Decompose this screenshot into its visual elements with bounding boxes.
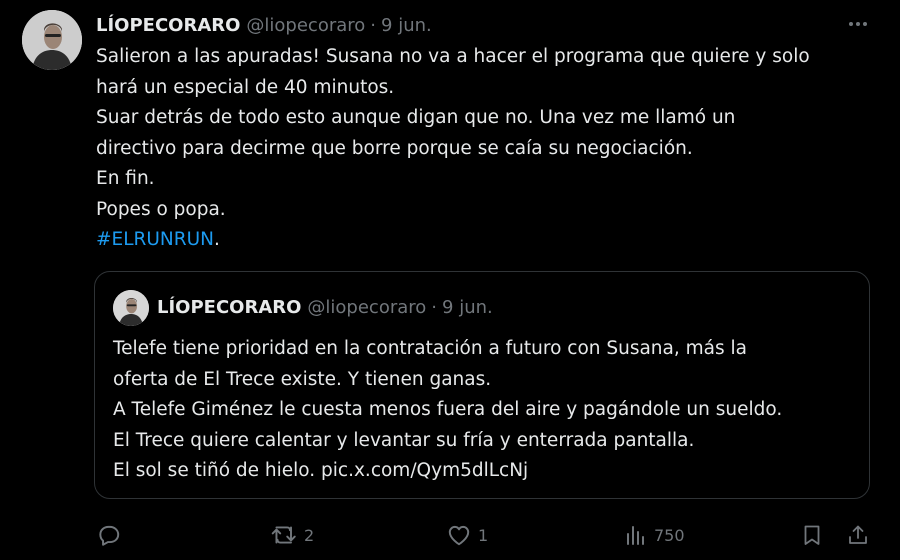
action-bar: 2 1 750 [0,518,900,552]
quoted-text: Telefe tiene prioridad en la contratació… [113,334,853,487]
share-button[interactable] [846,518,870,552]
views-icon [627,526,644,545]
bookmark-icon [804,525,820,545]
tweet-text-line: hará un especial de 40 minutos. [96,76,395,98]
quoted-tweet[interactable]: LÍOPECORARO @liopecoraro · 9 jun. Telefe… [94,271,870,499]
tweet-text-line: #ELRUNRUN. [96,225,886,256]
heart-icon [448,525,470,546]
quoted-date[interactable]: 9 jun. [442,297,493,318]
views-button[interactable]: 750 [624,518,685,552]
user-handle[interactable]: @liopecoraro [246,15,365,36]
quoted-text-line: El sol se tiñó de hielo. pic.x.com/Qym5d… [113,460,529,481]
like-count: 1 [478,525,489,545]
tweet-header: LÍOPECORARO @liopecoraro · 9 jun. [96,12,432,38]
display-name[interactable]: LÍOPECORARO [96,15,240,36]
hashtag-suffix: . [213,229,220,250]
tweet-date[interactable]: 9 jun. [381,15,432,36]
tweet-text-line: directivo para decirme que borre porque … [96,137,693,159]
quoted-text-line: A Telefe Giménez le cuesta menos fuera d… [113,399,783,420]
quoted-separator: · [431,296,438,318]
tweet-text-line: Popes o popa. [96,198,226,220]
avatar[interactable] [22,10,82,70]
quoted-text-line: Telefe tiene prioridad en la contratació… [113,338,747,359]
share-icon [849,525,867,544]
quoted-text-line: oferta de El Trece existe. Y tienen gana… [113,368,492,390]
quoted-text-line: El Trece quiere calentar y levantar su f… [113,429,695,451]
retweet-button[interactable]: 2 [270,518,314,552]
quoted-header: LÍOPECORARO @liopecoraro · 9 jun. [157,294,493,320]
views-count: 750 [654,525,685,545]
quoted-avatar[interactable] [113,290,149,326]
reply-button[interactable] [96,518,128,552]
tweet-text: Salieron a las apuradas! Susana no va a … [96,42,886,256]
more-options-button[interactable] [846,14,870,34]
more-horizontal-icon [849,22,867,26]
quoted-display-name[interactable]: LÍOPECORARO [157,297,301,318]
bookmark-button[interactable] [800,518,824,552]
retweet-icon [271,526,296,544]
reply-icon [99,525,120,546]
tweet-text-line: Salieron a las apuradas! Susana no va a … [96,46,810,67]
like-button[interactable]: 1 [446,518,488,552]
tweet-text-line: Suar detrás de todo esto aunque digan qu… [96,107,736,128]
tweet-card[interactable]: LÍOPECORARO @liopecoraro · 9 jun. Salier… [0,0,900,560]
hashtag-link[interactable]: #ELRUNRUN [96,229,214,250]
separator: · [370,14,377,36]
retweet-count: 2 [304,525,315,545]
tweet-text-line: En fin. [96,168,155,189]
quoted-user-handle[interactable]: @liopecoraro [307,297,426,318]
